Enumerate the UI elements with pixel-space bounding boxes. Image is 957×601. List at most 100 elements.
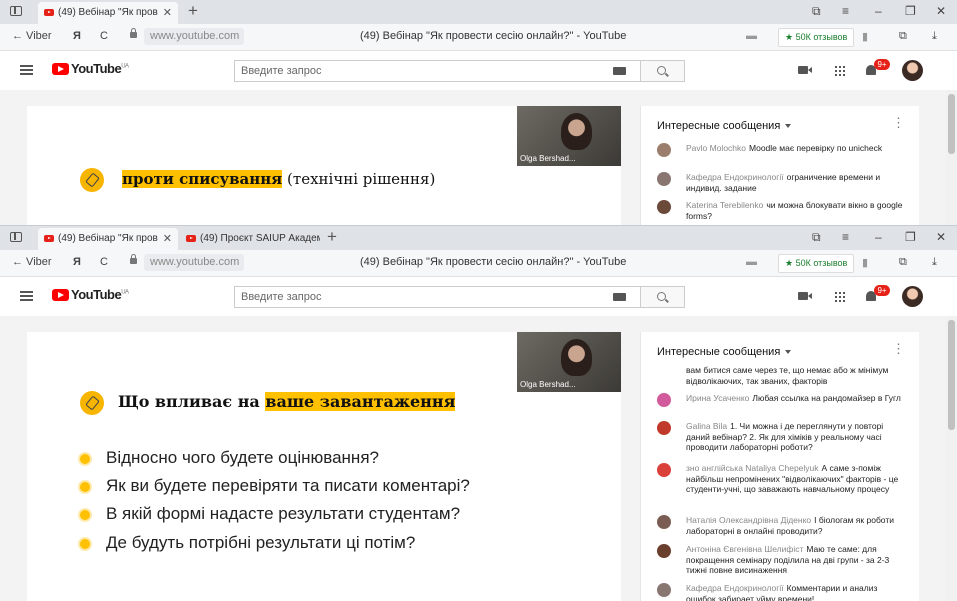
new-tab-icon[interactable]: +: [327, 227, 337, 247]
more-options-icon[interactable]: ⋮: [892, 342, 905, 355]
bookmark-icon[interactable]: ▮: [862, 256, 868, 269]
reviews-badge[interactable]: ★ 50К отзывов: [778, 28, 855, 47]
chat-filter-dropdown[interactable]: Интересные сообщения: [657, 120, 791, 132]
address-bar: ← Viber Я C www.youtube.com (49) Вебінар…: [0, 24, 957, 51]
scrollbar-thumb[interactable]: [948, 320, 955, 430]
scrollbar[interactable]: [946, 316, 957, 601]
close-tab-icon[interactable]: ✕: [163, 228, 172, 250]
upload-video-icon[interactable]: [798, 292, 812, 300]
apps-grid-icon[interactable]: [834, 291, 845, 302]
downloads-icon[interactable]: ⤓: [932, 30, 937, 43]
close-window-icon[interactable]: ✕: [936, 4, 946, 18]
refresh-button[interactable]: C: [100, 256, 108, 268]
avatar: [657, 200, 671, 214]
youtube-logo-icon[interactable]: [52, 289, 69, 301]
youtube-favicon-icon: [44, 9, 54, 16]
url-field[interactable]: www.youtube.com: [144, 254, 244, 271]
apps-grid-icon[interactable]: [834, 65, 845, 76]
live-chat-panel: Интересные сообщения ⋮ Pavlo Molochko Moo…: [640, 106, 919, 225]
video-player[interactable]: Olga Bershad... проти списування (техніч…: [27, 106, 621, 225]
minimize-icon[interactable]: –: [875, 230, 882, 244]
protect-icon[interactable]: ▬: [746, 256, 757, 268]
video-player[interactable]: Olga Bershad... Що впливає на ваше заван…: [27, 332, 621, 601]
avatar: [657, 583, 671, 597]
chat-filter-dropdown[interactable]: Интересные сообщения: [657, 346, 791, 358]
search-input[interactable]: Введите запрос: [234, 60, 641, 82]
browser-window-top: (49) Вебінар "Як пров ✕ + ⧉ ≡ – ❐ ✕ ← Vi…: [0, 0, 957, 225]
live-chat-panel: Интересные сообщения ⋮ вам битися саме ч…: [640, 332, 919, 601]
pin-icon: [80, 391, 104, 415]
tab-saiup[interactable]: (49) Проєкт SAIUP Академ: [180, 228, 320, 250]
refresh-button[interactable]: C: [100, 30, 108, 42]
youtube-wordmark[interactable]: YouTubeUA: [71, 61, 129, 76]
hamburger-menu-icon[interactable]: [20, 291, 33, 301]
more-options-icon[interactable]: ⋮: [892, 116, 905, 129]
keyboard-icon[interactable]: [613, 67, 626, 75]
avatar[interactable]: [902, 60, 923, 81]
avatar: [657, 143, 671, 157]
avatar[interactable]: [902, 286, 923, 307]
tab-webinar[interactable]: (49) Вебінар "Як пров ✕: [38, 2, 178, 24]
protect-icon[interactable]: ▬: [746, 30, 757, 42]
tab-webinar[interactable]: (49) Вебінар "Як пров ✕: [38, 228, 178, 250]
upload-video-icon[interactable]: [798, 66, 812, 74]
minimize-icon[interactable]: –: [875, 4, 882, 18]
search-input[interactable]: Введите запрос: [234, 286, 641, 308]
tab-strip: (49) Вебінар "Як пров ✕ + ⧉ ≡ – ❐ ✕: [0, 0, 957, 24]
avatar: [657, 515, 671, 529]
tabs-manager-icon[interactable]: ⧉: [812, 230, 821, 245]
downloads-icon[interactable]: ⤓: [932, 256, 937, 269]
bookmark-icon[interactable]: ▮: [862, 30, 868, 43]
chat-message: Katerina Terebilenko чи можна блокувати в…: [657, 200, 903, 221]
url-field[interactable]: www.youtube.com: [144, 28, 244, 45]
chat-message: зно англійська Nataliya Chepelyuk А саме …: [657, 463, 903, 495]
hamburger-menu-icon[interactable]: [20, 65, 33, 75]
search-button[interactable]: [641, 60, 685, 82]
slide-heading: проти списування (технічні рішення): [122, 170, 436, 188]
slide-bullet: Як ви будете перевіряти та писати комент…: [80, 476, 470, 496]
maximize-icon[interactable]: ❐: [905, 4, 916, 18]
scrollbar-thumb[interactable]: [948, 94, 955, 154]
close-tab-icon[interactable]: ✕: [163, 2, 172, 24]
search-button[interactable]: [641, 286, 685, 308]
page-content: Olga Bershad... проти списування (техніч…: [0, 90, 957, 225]
yandex-button[interactable]: Я: [73, 256, 81, 268]
scrollbar[interactable]: [946, 90, 957, 225]
youtube-header: YouTubeUA Введите запрос 9+: [0, 51, 957, 91]
youtube-header: YouTubeUA Введите запрос 9+: [0, 277, 957, 317]
youtube-favicon-icon: [44, 235, 54, 242]
menu-icon[interactable]: ≡: [842, 4, 849, 18]
tab-strip: (49) Вебінар "Як пров ✕ (49) Проєкт SAIU…: [0, 226, 957, 250]
avatar: [657, 421, 671, 435]
slide-bullet: Де будуть потрібні результати ці потім?: [79, 533, 415, 553]
youtube-logo-icon[interactable]: [52, 63, 69, 75]
chat-message: Кафедра Ендокринології ограничение времен…: [657, 172, 903, 193]
browser-window-bottom: (49) Вебінар "Як пров ✕ (49) Проєкт SAIU…: [0, 225, 957, 601]
tab-title: (49) Вебінар "Як пров: [58, 233, 158, 244]
extensions-icon[interactable]: ⧉: [899, 30, 907, 43]
page-title: (49) Вебінар "Як провести сесію онлайн?"…: [360, 30, 627, 42]
sidebar-toggle-icon[interactable]: [10, 232, 22, 242]
pin-icon: [80, 168, 104, 192]
reviews-badge[interactable]: ★ 50К отзывов: [778, 254, 855, 273]
maximize-icon[interactable]: ❐: [905, 230, 916, 244]
extensions-icon[interactable]: ⧉: [899, 256, 907, 269]
sidebar-toggle-icon[interactable]: [10, 6, 22, 16]
presenter-image: [560, 339, 592, 377]
youtube-favicon-icon: [186, 235, 196, 242]
back-button[interactable]: ← Viber: [12, 30, 52, 42]
tabs-manager-icon[interactable]: ⧉: [812, 4, 821, 19]
new-tab-icon[interactable]: +: [188, 1, 198, 21]
yandex-button[interactable]: Я: [73, 30, 81, 42]
keyboard-icon[interactable]: [613, 293, 626, 301]
youtube-wordmark[interactable]: YouTubeUA: [71, 287, 129, 302]
chat-message: Galina Bila 1. Чи можна і де переглянути …: [657, 421, 903, 453]
slide-heading: Що впливає на ваше завантаження: [118, 392, 456, 411]
close-window-icon[interactable]: ✕: [936, 230, 946, 244]
search-icon: [657, 66, 666, 75]
chat-message: вам битися саме через те, що немає або ж…: [686, 365, 889, 386]
slide-bullet: В якій формі надасте результати студента…: [79, 504, 460, 524]
chat-message: Pavlo Molochko Moodle має перевірку по un…: [657, 143, 903, 157]
menu-icon[interactable]: ≡: [842, 230, 849, 244]
back-button[interactable]: ← Viber: [12, 256, 52, 268]
